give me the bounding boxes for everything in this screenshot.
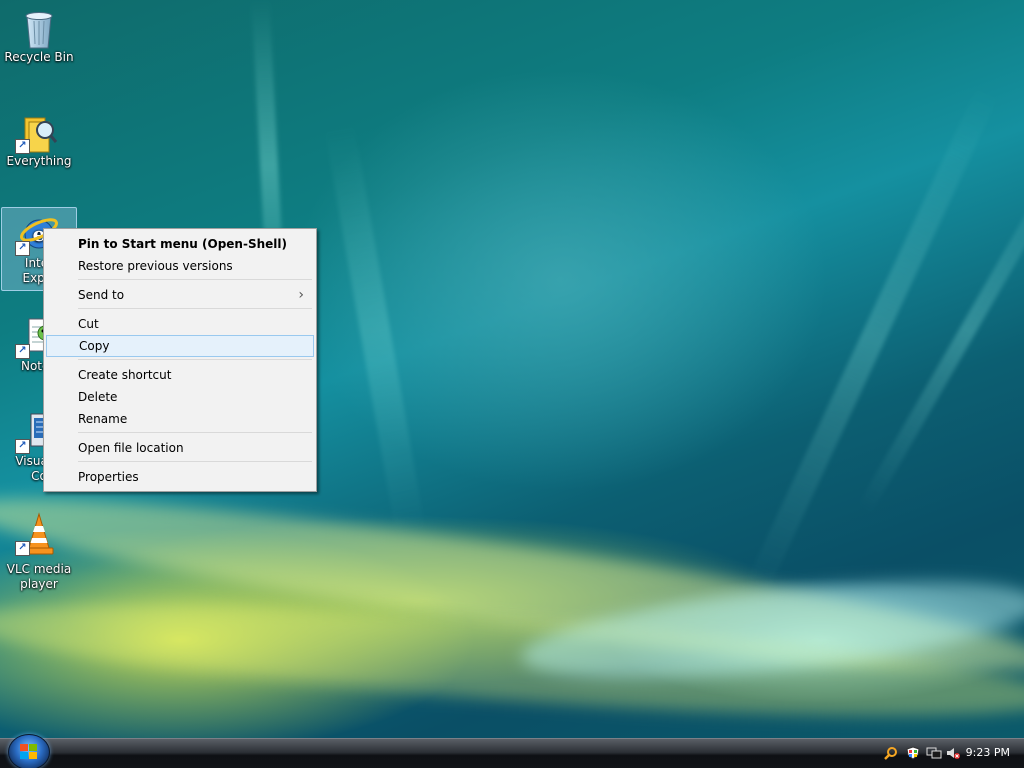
menu-separator: [78, 461, 312, 462]
desktop-icon-label: VLC media player: [6, 562, 72, 591]
shortcut-arrow-icon: ↗: [15, 344, 30, 359]
wallpaper-streak: [323, 120, 427, 540]
menu-separator: [78, 308, 312, 309]
search-icon[interactable]: [884, 746, 898, 760]
menu-item-copy[interactable]: Copy: [46, 335, 314, 357]
menu-item-create-shortcut[interactable]: Create shortcut: [46, 364, 314, 386]
context-menu: Pin to Start menu (Open-Shell) Restore p…: [43, 228, 317, 492]
desktop-icon-everything[interactable]: ↗ Everything: [2, 110, 76, 169]
menu-item-label: Send to: [78, 288, 125, 302]
taskbar-clock[interactable]: 9:23 PM: [966, 746, 1010, 759]
desktop-icon-label: Recycle Bin: [4, 50, 74, 64]
menu-item-pin-to-start[interactable]: Pin to Start menu (Open-Shell): [46, 233, 314, 255]
menu-item-send-to[interactable]: Send to ›: [46, 284, 314, 306]
menu-separator: [78, 279, 312, 280]
shortcut-arrow-icon: ↗: [15, 541, 30, 556]
menu-item-delete[interactable]: Delete: [46, 386, 314, 408]
shield-icon[interactable]: [906, 746, 920, 760]
menu-item-restore-previous-versions[interactable]: Restore previous versions: [46, 255, 314, 277]
menu-item-cut[interactable]: Cut: [46, 313, 314, 335]
shortcut-arrow-icon: ↗: [15, 439, 30, 454]
windows-logo-icon: [20, 744, 38, 760]
menu-separator: [78, 359, 312, 360]
desktop-icon-label: Everything: [6, 154, 72, 168]
vlc-cone-icon: ↗: [15, 512, 59, 556]
everything-search-icon: ↗: [15, 110, 59, 154]
submenu-arrow-icon: ›: [298, 287, 304, 303]
desktop-icon-recycle-bin[interactable]: Recycle Bin: [2, 6, 76, 65]
start-button[interactable]: [8, 734, 50, 768]
menu-separator: [78, 432, 312, 433]
network-icon[interactable]: [926, 746, 942, 760]
menu-item-rename[interactable]: Rename: [46, 408, 314, 430]
recycle-bin-icon: [19, 6, 59, 49]
shortcut-arrow-icon: ↗: [15, 139, 30, 154]
desktop-icon-vlc-media-player[interactable]: ↗ VLC media player: [2, 512, 76, 592]
volume-muted-icon[interactable]: [946, 746, 960, 760]
menu-item-open-file-location[interactable]: Open file location: [46, 437, 314, 459]
shortcut-arrow-icon: ↗: [15, 241, 30, 256]
menu-item-properties[interactable]: Properties: [46, 466, 314, 488]
